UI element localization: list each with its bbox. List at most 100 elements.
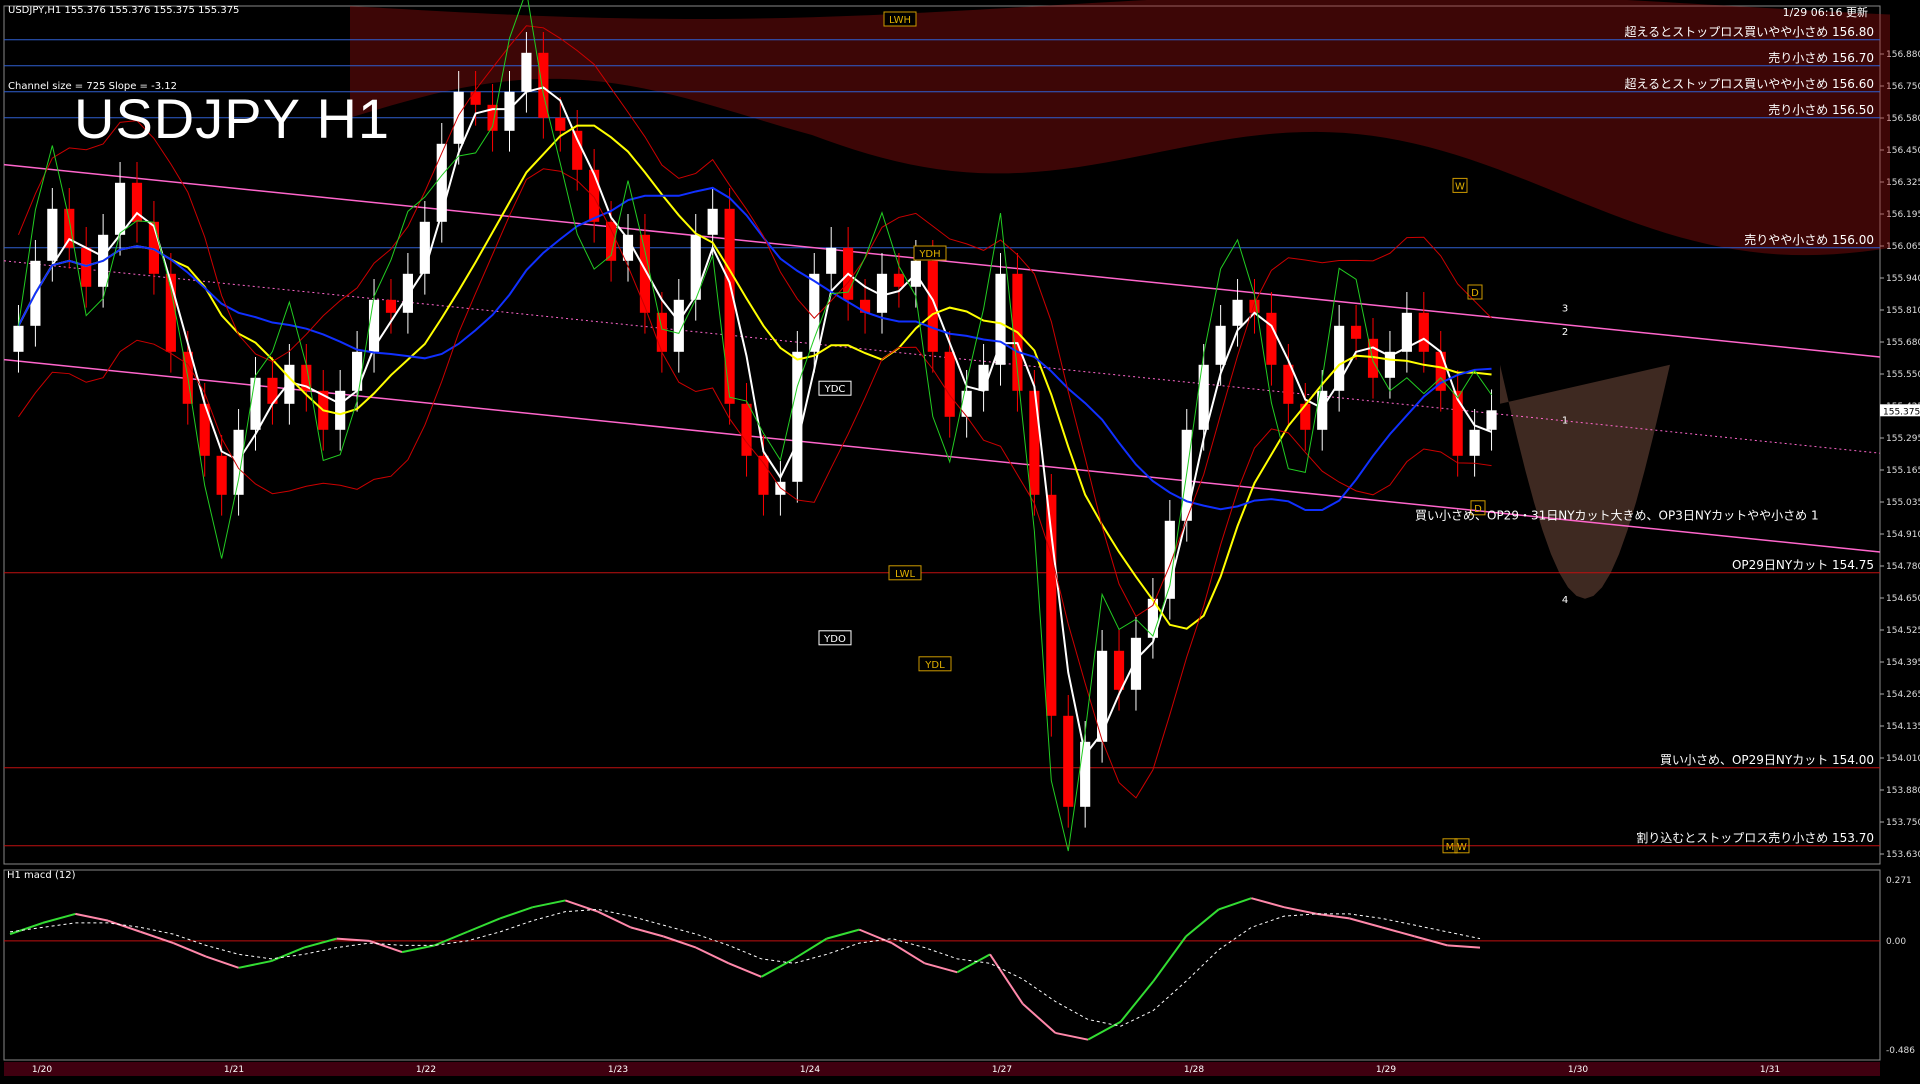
candle-body: [1486, 410, 1497, 430]
y-tick-label: 156.450: [1886, 146, 1920, 156]
price-level-label: 割り込むとストップロス売り小さめ 153.70: [1636, 830, 1874, 845]
symbol-info: USDJPY,H1 155.376 155.376 155.375 155.37…: [8, 5, 240, 16]
candle-body: [656, 312, 667, 352]
marker-label: 2: [1562, 327, 1568, 338]
macd-segment: [1349, 917, 1383, 929]
macd-segment: [1022, 1002, 1056, 1034]
price-level-label: 売り小さめ 156.70: [1768, 50, 1874, 65]
macd-segment: [1185, 908, 1220, 938]
level-tag-label: YDO: [823, 634, 846, 645]
candle-body: [216, 455, 227, 495]
price-chart[interactable]: 156.880 156.750 156.580 156.450 156.325 156.1…: [0, 0, 1920, 1080]
candle-body: [961, 390, 972, 417]
macd-segment: [728, 962, 762, 978]
macd-segment: [1055, 1031, 1089, 1041]
macd-segment: [401, 944, 435, 954]
macd-segment: [826, 928, 860, 940]
macd-segment: [172, 942, 207, 958]
price-level-label: OP29日NYカット 154.75: [1732, 558, 1874, 572]
level-tag-label: YDL: [924, 660, 945, 671]
macd-segment: [1218, 897, 1252, 911]
price-level-label: 売り小さめ 156.50: [1768, 102, 1874, 117]
candle-body: [521, 52, 532, 92]
updated-timestamp: 1/29 06:16 更新: [1782, 6, 1868, 19]
chart-title: USDJPY H1: [74, 87, 391, 150]
macd-segment: [303, 937, 337, 949]
candle-body: [826, 247, 837, 274]
candle-body: [402, 273, 413, 313]
candle-body: [1266, 312, 1277, 365]
level-tag-label: LWL: [895, 569, 916, 580]
macd-segment: [1381, 926, 1415, 938]
y-tick-label: 154.910: [1886, 530, 1920, 540]
macd-segment: [205, 955, 239, 969]
candle-body: [724, 208, 735, 404]
y-tick-label: 154.525: [1886, 626, 1920, 636]
macd-segment: [466, 917, 501, 933]
macd-subwindow-label: H1 macd (12): [7, 870, 76, 881]
y-tick-label: 154.265: [1886, 690, 1920, 700]
candle-body: [792, 351, 803, 482]
x-tick-label: 1/30: [1568, 1065, 1588, 1075]
candle-body: [470, 91, 481, 105]
macd-segment: [75, 912, 109, 922]
annotation-text: 買い小さめ、OP29・31日NYカット大きめ、OP3日NYカットやや小さめ 1: [1415, 509, 1819, 523]
macd-segment: [663, 935, 697, 949]
y-tick-label: 155.295: [1886, 434, 1920, 444]
marker-label: 1: [1562, 415, 1568, 426]
y-tick-label: 154.395: [1886, 658, 1920, 668]
macd-segment: [989, 953, 1024, 1005]
x-tick-label: 1/27: [992, 1065, 1012, 1075]
candle-body: [1063, 715, 1074, 807]
candle-body: [504, 91, 515, 131]
candle-body: [1113, 650, 1125, 690]
macd-segment: [793, 937, 828, 960]
macd-segment: [499, 906, 533, 920]
candle-body: [758, 455, 769, 495]
ma-yellow-line: [17, 124, 1492, 630]
y-tick-label: 155.810: [1886, 306, 1920, 316]
y-tick-label: 155.035: [1886, 498, 1920, 508]
candle-body: [453, 91, 464, 144]
macd-segment: [140, 930, 174, 945]
candle-body: [707, 208, 718, 235]
macd-segment: [597, 910, 632, 929]
y-tick-label: 156.750: [1886, 82, 1920, 92]
chart-window[interactable]: 156.880 156.750 156.580 156.450 156.325 156.1…: [0, 0, 1920, 1080]
macd-segment: [924, 962, 958, 974]
candle-body: [978, 364, 989, 391]
macd-segment: [695, 946, 730, 965]
forward-cloud: [1500, 364, 1670, 599]
macd-segment: [956, 953, 991, 974]
x-tick-label: 1/24: [800, 1065, 820, 1075]
candle-body: [555, 117, 566, 131]
level-tag-label: YDH: [918, 249, 940, 260]
y-tick-label: 155.550: [1886, 370, 1920, 380]
candle-body: [352, 351, 363, 391]
candle-body: [250, 377, 261, 430]
price-level-label: 超えるとストップロス買いやや小さめ 156.60: [1625, 76, 1874, 91]
candle-body: [572, 130, 583, 170]
candle-body: [114, 182, 126, 235]
y-tick-label: 154.650: [1886, 594, 1920, 604]
x-tick-label: 1/29: [1376, 1065, 1396, 1075]
macd-segment: [1251, 897, 1285, 909]
candle-body: [1351, 325, 1362, 339]
current-price-label: 155.375: [1883, 407, 1920, 417]
macd-segment: [238, 960, 272, 969]
macd-axis-label: -0.486: [1886, 1046, 1915, 1056]
y-tick-label: 155.940: [1886, 274, 1920, 284]
marker-label: W: [1455, 181, 1465, 192]
macd-segment: [630, 926, 664, 938]
candle-body: [1469, 429, 1480, 456]
candle-body: [13, 325, 24, 352]
price-level-label: 売りやや小さめ 156.00: [1744, 232, 1874, 247]
candle-body: [47, 208, 58, 261]
level-tag-label: YDC: [824, 384, 846, 395]
candle-body: [944, 351, 955, 417]
candle-body: [741, 403, 752, 456]
price-level-label: 買い小さめ、OP29日NYカット 154.00: [1660, 753, 1874, 767]
macd-frame: [3, 869, 1881, 1061]
y-tick-label: 155.165: [1886, 466, 1920, 476]
macd-axis-label: 0.00: [1886, 937, 1906, 947]
